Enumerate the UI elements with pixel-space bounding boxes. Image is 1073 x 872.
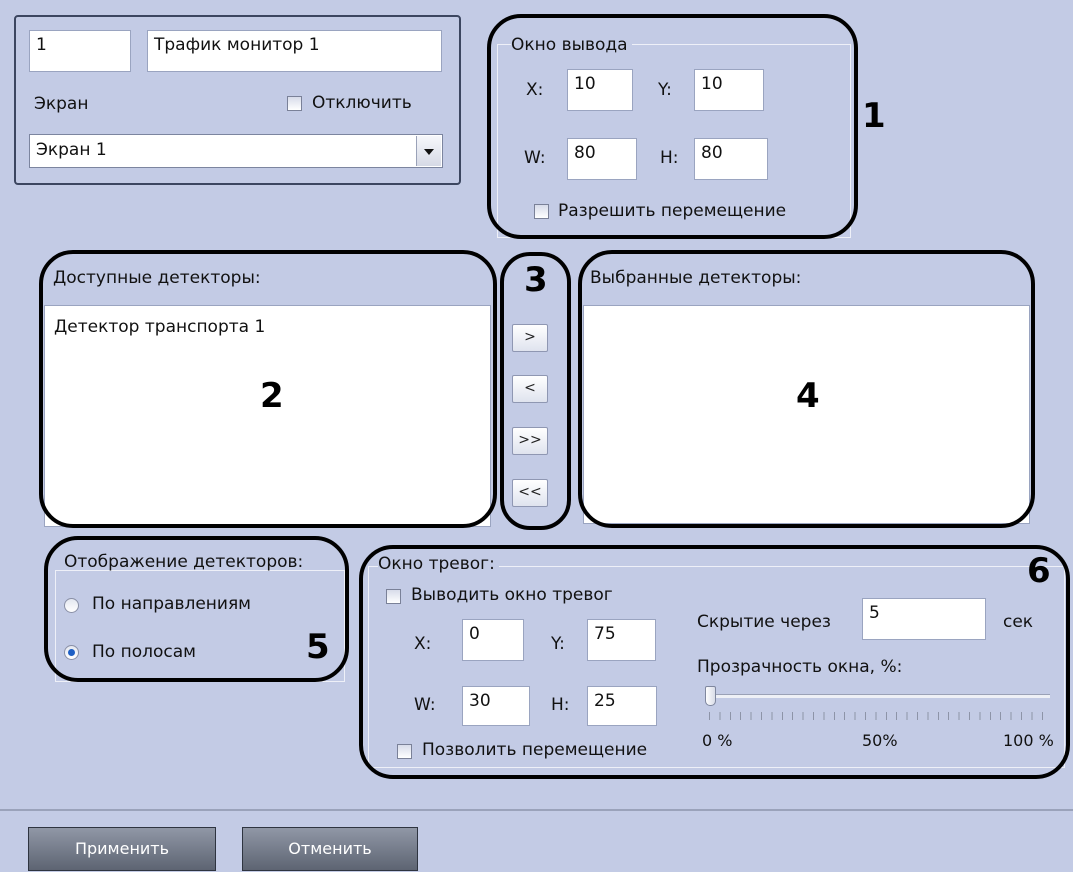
- by-lanes-label: По полосам: [92, 642, 196, 662]
- output-w-label: W:: [524, 148, 546, 168]
- callout-number-3: 3: [524, 260, 548, 300]
- apply-button[interactable]: Применить: [28, 827, 216, 871]
- tick-100-label: 100 %: [1003, 731, 1054, 750]
- alarm-window-title: Окно тревог:: [378, 554, 499, 574]
- slider-track: [709, 694, 1050, 698]
- alarm-w-field[interactable]: 30: [462, 686, 530, 726]
- show-alarm-window-checkbox[interactable]: [386, 589, 401, 604]
- alarm-y-label: Y:: [551, 634, 565, 654]
- callout-number-2: 2: [260, 376, 284, 416]
- output-y-field[interactable]: 10: [694, 69, 764, 111]
- disable-checkbox[interactable]: [287, 96, 302, 111]
- callout-number-1: 1: [862, 96, 886, 136]
- screen-select-value: Экран 1: [36, 140, 107, 160]
- move-all-right-button[interactable]: >>: [512, 427, 548, 455]
- move-left-button[interactable]: <: [512, 375, 548, 403]
- callout-number-4: 4: [796, 376, 820, 416]
- available-detectors-title: Доступные детекторы:: [53, 268, 261, 288]
- alarm-x-field[interactable]: 0: [462, 619, 524, 661]
- screen-select[interactable]: Экран 1: [29, 134, 443, 168]
- alarm-y-field[interactable]: 75: [587, 619, 656, 661]
- tick-0-label: 0 %: [702, 731, 733, 750]
- id-field[interactable]: 1: [29, 30, 131, 72]
- output-w-field[interactable]: 80: [567, 138, 637, 180]
- available-detectors-list[interactable]: Детектор транспорта 1: [44, 305, 491, 527]
- allow-move-alarm-checkbox[interactable]: [397, 744, 412, 759]
- allow-move-alarm-label: Позволить перемещение: [422, 740, 648, 760]
- move-right-button[interactable]: >: [512, 324, 548, 352]
- alarm-h-label: H:: [551, 695, 570, 715]
- transparency-slider[interactable]: [705, 685, 1050, 723]
- alarm-w-label: W:: [414, 695, 436, 715]
- slider-ticks: [709, 712, 1050, 720]
- screen-label: Экран: [34, 94, 89, 114]
- list-item[interactable]: Детектор транспорта 1: [54, 317, 265, 337]
- alarm-x-label: X:: [414, 634, 432, 654]
- by-direction-label: По направлениям: [92, 594, 252, 614]
- disable-label: Отключить: [312, 93, 412, 113]
- allow-move-label: Разрешить перемещение: [558, 201, 787, 221]
- allow-move-checkbox[interactable]: [534, 204, 549, 219]
- output-x-field[interactable]: 10: [567, 69, 633, 111]
- alarm-h-field[interactable]: 25: [587, 686, 657, 726]
- chevron-down-icon[interactable]: [416, 136, 441, 166]
- footer-divider: [0, 809, 1073, 811]
- output-window-title: Окно вывода: [511, 35, 632, 55]
- seconds-label: сек: [1003, 612, 1034, 632]
- hide-after-label: Скрытие через: [697, 612, 831, 632]
- name-field[interactable]: Трафик монитор 1: [147, 30, 442, 72]
- output-y-label: Y:: [658, 80, 672, 100]
- output-h-label: H:: [660, 148, 679, 168]
- selected-detectors-title: Выбранные детекторы:: [590, 268, 802, 288]
- cancel-button[interactable]: Отменить: [242, 827, 418, 871]
- by-direction-radio[interactable]: [64, 598, 79, 613]
- display-detectors-title: Отображение детекторов:: [64, 552, 304, 572]
- output-x-label: X:: [526, 80, 544, 100]
- output-h-field[interactable]: 80: [694, 138, 768, 180]
- transparency-label: Прозрачность окна, %:: [697, 657, 903, 677]
- hide-after-field[interactable]: 5: [862, 598, 986, 640]
- callout-number-6: 6: [1027, 551, 1051, 591]
- callout-number-5: 5: [306, 627, 330, 667]
- by-lanes-radio[interactable]: [64, 645, 79, 660]
- show-alarm-window-label: Выводить окно тревог: [411, 585, 613, 605]
- tick-50-label: 50%: [862, 731, 898, 750]
- display-detectors-group: [55, 570, 345, 682]
- move-all-left-button[interactable]: <<: [512, 479, 548, 507]
- slider-thumb[interactable]: [705, 686, 716, 706]
